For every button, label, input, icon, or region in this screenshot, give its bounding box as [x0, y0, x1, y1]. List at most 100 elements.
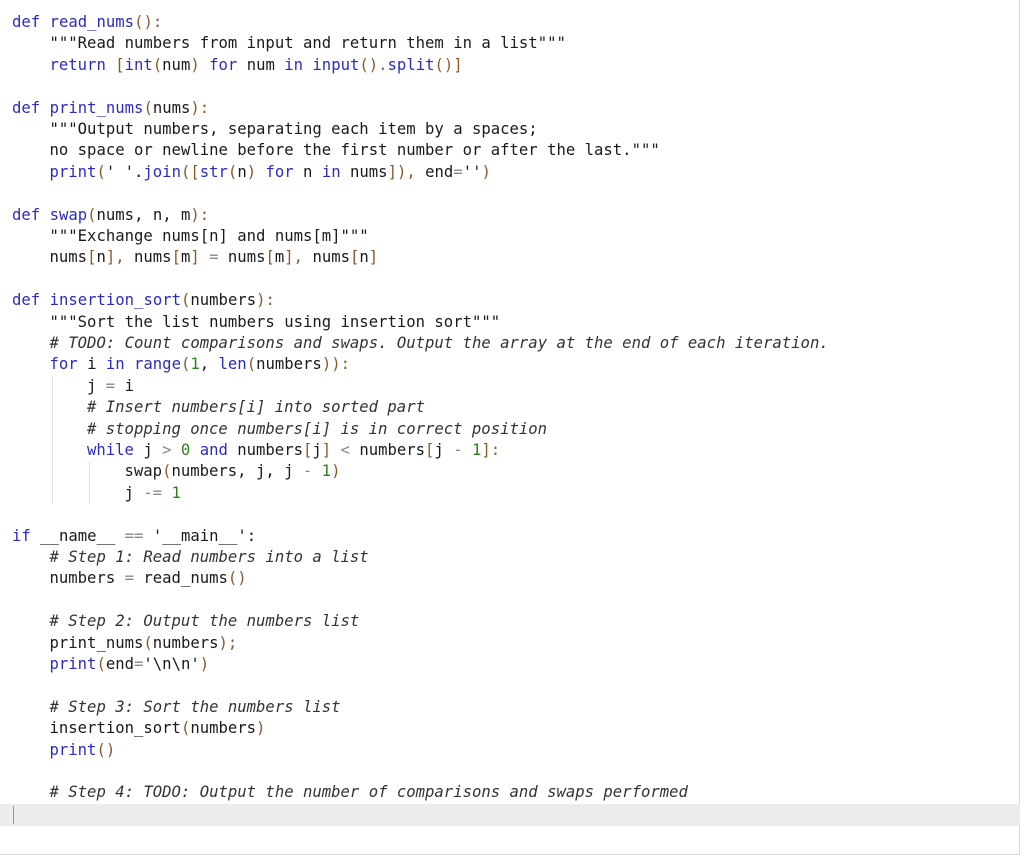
code-token: ( — [143, 633, 153, 652]
code-token: (): — [134, 13, 163, 31]
code-token: == — [124, 526, 153, 545]
code-token: m — [274, 248, 285, 267]
code-token: # stopping once numbers[i] is in correct… — [87, 419, 548, 438]
code-editor-frame: def read_nums(): """Read numbers from inp… — [0, 0, 1020, 855]
code-line: """Sort the list numbers using insertion… — [50, 312, 501, 333]
code-line: for i in range(1, len(numbers)): — [50, 354, 350, 375]
code-token: # Step 2: Output the numbers list — [49, 612, 360, 631]
code-token: """Sort the list numbers using insertion… — [49, 312, 501, 331]
code-token: 0 — [180, 441, 200, 459]
code-token: ) — [481, 162, 491, 181]
code-token: nums — [134, 248, 172, 267]
code-token: i — [87, 355, 106, 374]
code-token: n — [359, 248, 369, 267]
code-token: ]), — [387, 162, 426, 181]
code-token: for — [209, 55, 247, 74]
code-token: ]: — [481, 441, 501, 459]
code-line: print(end='\n\n') — [50, 654, 210, 675]
code-token: read_nums — [143, 569, 228, 588]
code-token: ( — [246, 355, 257, 374]
code-token: in — [105, 355, 135, 374]
code-token: ] — [190, 248, 210, 267]
code-token: ( — [96, 162, 106, 181]
code-token: numbers, j, j — [171, 462, 303, 481]
code-token: str — [199, 162, 228, 181]
code-token: insertion_sort — [49, 719, 181, 738]
code-token: # Insert numbers[i] into sorted part — [87, 398, 425, 417]
code-token: nums — [49, 248, 88, 267]
code-token: read_nums — [49, 13, 135, 31]
code-token: = — [124, 569, 144, 588]
code-token: ( — [180, 719, 191, 738]
code-token: [ — [265, 248, 275, 267]
code-token: () — [227, 569, 247, 588]
code-editor[interactable]: def read_nums(): """Read numbers from inp… — [0, 0, 1018, 855]
code-line: def insertion_sort(numbers): — [12, 290, 275, 311]
code-line: swap(numbers, j, j - 1) — [125, 461, 341, 482]
code-token: - — [453, 441, 472, 459]
code-token: end — [425, 162, 454, 181]
code-token: print — [49, 162, 97, 181]
code-token: ' ' — [105, 162, 135, 181]
code-token: ] — [321, 441, 341, 459]
code-token: . — [134, 162, 144, 181]
code-token: swap — [124, 462, 163, 481]
code-token: < — [340, 441, 360, 459]
code-token: [ — [425, 441, 435, 459]
code-token: return — [49, 55, 116, 74]
code-token: [ — [171, 248, 181, 267]
code-token: input — [312, 55, 360, 74]
code-token: and — [199, 441, 238, 459]
code-token: 1 — [471, 441, 482, 459]
code-token: # Step 4: TODO: Output the number of com… — [49, 783, 688, 802]
code-token: ( — [96, 655, 106, 673]
code-token: [ — [115, 55, 125, 74]
code-token: [ — [350, 248, 360, 267]
code-token: """Read numbers from input and return th… — [49, 34, 566, 53]
active-line[interactable] — [0, 804, 1020, 826]
code-token: num — [162, 55, 191, 74]
code-token: ): — [190, 98, 210, 117]
code-token: in — [321, 162, 350, 181]
code-token: def — [12, 291, 50, 310]
code-token: ( — [87, 205, 97, 224]
code-token: ) — [190, 55, 210, 74]
code-token: ( — [227, 162, 238, 181]
code-line: print() — [50, 740, 116, 761]
text-caret — [13, 806, 14, 824]
code-token: split — [387, 55, 435, 74]
code-token: 1 — [321, 462, 332, 481]
code-token: numbers — [256, 355, 322, 374]
code-token: j — [87, 376, 106, 395]
code-token: numbers — [152, 633, 219, 652]
code-token: """Output numbers, separating each item … — [49, 120, 538, 138]
code-token: ], — [284, 248, 313, 267]
code-token: n — [237, 162, 247, 181]
code-line: print(' '.join([str(n) for n in nums]), … — [50, 162, 491, 183]
code-line: # Step 4: TODO: Output the number of com… — [50, 782, 688, 803]
code-token: = — [134, 655, 144, 673]
code-token: nums — [312, 248, 350, 267]
code-token: numbers — [190, 291, 257, 310]
code-token: insertion_sort — [49, 291, 181, 310]
code-token: '__main__' — [152, 526, 247, 545]
code-token: () — [96, 740, 116, 759]
code-token: n — [96, 248, 106, 267]
code-token: = — [209, 248, 228, 267]
code-token: num — [246, 55, 285, 74]
code-token: numbers — [190, 719, 257, 738]
code-token: if — [12, 526, 41, 545]
indent-guide — [89, 461, 90, 505]
code-line: # Step 1: Read numbers into a list — [50, 547, 369, 568]
code-token: for — [265, 162, 304, 181]
code-token: ([ — [180, 162, 200, 181]
code-token: numbers — [49, 569, 125, 588]
code-token: ] — [368, 248, 379, 267]
code-token: ], — [105, 248, 135, 267]
code-token: ( — [152, 55, 163, 74]
code-token: (). — [359, 55, 388, 74]
code-token: end — [105, 655, 135, 673]
code-token: : — [246, 526, 257, 545]
code-token: ( — [181, 291, 191, 310]
code-token: print_nums — [49, 98, 144, 117]
